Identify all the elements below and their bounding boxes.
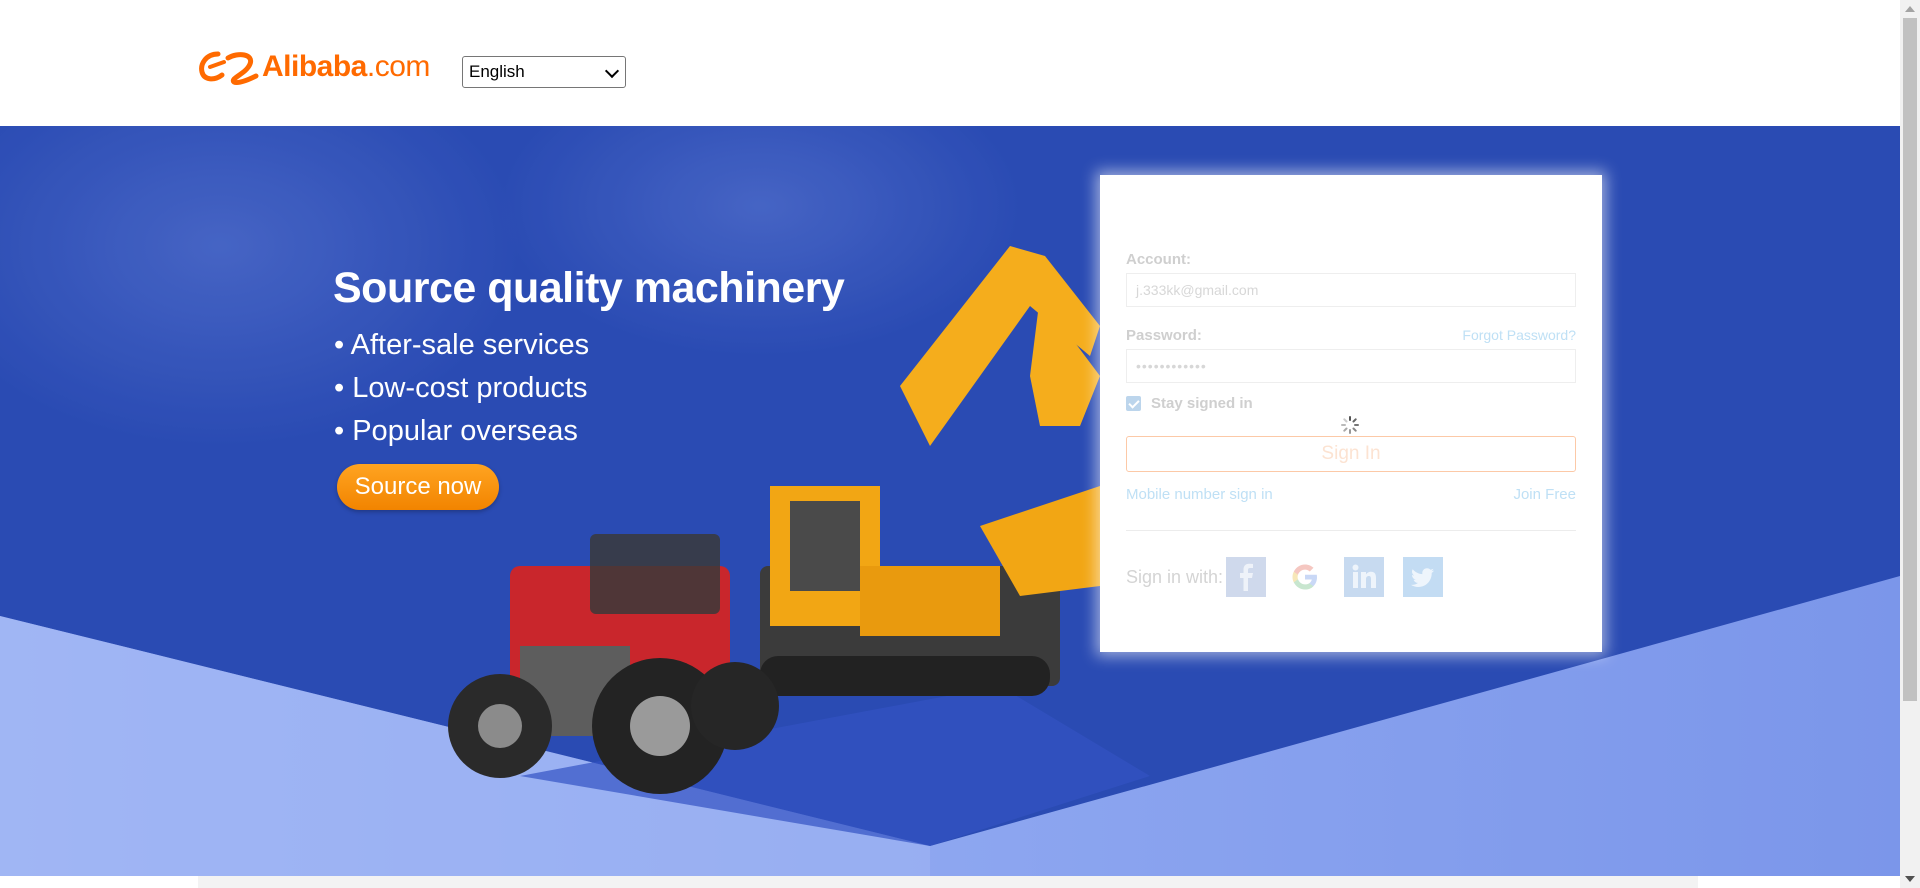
scrollbar-thumb[interactable]	[1903, 18, 1917, 701]
hero-background	[0, 126, 1900, 876]
hero-bullet: After-sale services	[334, 324, 590, 367]
sign-in-button[interactable]: Sign In	[1126, 436, 1576, 472]
account-input-value: j.333kk@gmail.com	[1136, 282, 1259, 298]
loading-spinner-icon	[1341, 416, 1359, 434]
sign-in-with-label: Sign in with:	[1126, 567, 1224, 587]
alibaba-logo[interactable]: Alibaba.com	[198, 48, 430, 86]
header: Alibaba.com English	[0, 0, 1900, 126]
page-footer-edge	[198, 876, 1698, 888]
alibaba-logo-icon	[199, 51, 259, 85]
scroll-down-arrow-icon[interactable]	[1905, 876, 1915, 882]
logo-domain: .com	[366, 50, 431, 83]
join-free-link[interactable]: Join Free	[1513, 486, 1576, 503]
logo-brand: Alibaba	[262, 50, 367, 83]
mobile-sign-in-link[interactable]: Mobile number sign in	[1126, 486, 1273, 503]
divider	[1126, 530, 1576, 531]
stay-signed-in[interactable]: Stay signed in	[1126, 395, 1253, 412]
twitter-icon[interactable]	[1403, 557, 1443, 597]
password-label: Password:	[1126, 327, 1202, 344]
linkedin-icon[interactable]	[1344, 557, 1384, 597]
forgot-password-link[interactable]: Forgot Password?	[1462, 327, 1576, 343]
vertical-scrollbar[interactable]	[1900, 0, 1920, 888]
login-card: Account: j.333kk@gmail.com Password: For…	[1100, 175, 1602, 652]
chevron-down-icon	[604, 63, 620, 79]
account-input[interactable]: j.333kk@gmail.com	[1126, 273, 1576, 307]
language-select-value: English	[469, 62, 525, 81]
source-now-button[interactable]: Source now	[337, 464, 499, 510]
google-icon[interactable]	[1285, 557, 1325, 597]
account-label: Account:	[1126, 251, 1191, 268]
hero-title: Source quality machinery	[333, 264, 845, 312]
stay-signed-in-checkbox[interactable]	[1126, 396, 1141, 411]
password-input[interactable]: ••••••••••••	[1126, 349, 1576, 383]
language-select[interactable]: English	[462, 56, 626, 88]
password-input-value: ••••••••••••	[1136, 358, 1207, 374]
hero-banner: Source quality machinery After-sale serv…	[0, 126, 1900, 876]
stay-signed-in-label: Stay signed in	[1151, 395, 1253, 412]
hero-bullet: Popular overseas	[334, 410, 589, 453]
scroll-up-arrow-icon[interactable]	[1905, 6, 1915, 12]
hero-bullet: Low-cost products	[334, 367, 589, 410]
hero-bullet-list: After-sale services Low-cost products Po…	[334, 324, 590, 453]
facebook-icon[interactable]	[1226, 557, 1266, 597]
